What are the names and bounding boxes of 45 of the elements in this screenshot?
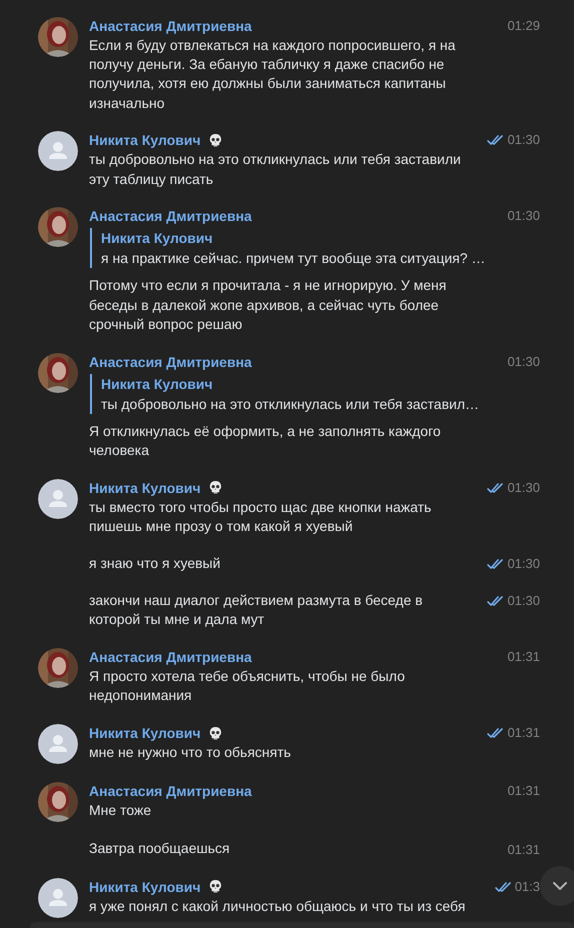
author-name[interactable]: Анастасия Дмитриевна — [89, 206, 252, 226]
author-name[interactable]: Анастасия Дмитриевна — [89, 647, 252, 667]
message-time: 01:31 — [507, 840, 540, 859]
quote-author: Никита Кулович — [101, 374, 214, 394]
author-name[interactable]: Анастасия Дмитриевна — [89, 352, 252, 372]
author-name[interactable]: Никита Кулович — [89, 723, 201, 743]
message-time: 01:29 — [507, 16, 540, 35]
author-name[interactable]: Анастасия Дмитриевна — [89, 16, 252, 36]
quote-text: ты добровольно на это откликнулась или тебя заставил… — [101, 394, 480, 414]
message-text: Если я буду отвлекаться на каждого попросившего, я на получу деньги. За ебаную табличку я даже спасибо не получила, хотя ею должны были заниматься капитаны изначально — [89, 36, 456, 113]
avatar-icon[interactable] — [38, 131, 78, 172]
message-text: Потому что если я прочитала - я не игнорирую. У меня беседы в далекой жопе архивов, а сейчас чуть более срочный вопрос решаю — [89, 276, 448, 334]
message-time: 01:3 — [514, 878, 540, 896]
message-time: 01:31 — [507, 782, 540, 800]
message-time: 01:30 — [507, 555, 540, 574]
message-text: я уже понял с какой личностью общаюсь и что ты из себя — [89, 896, 466, 916]
author-name[interactable]: Анастасия Дмитриевна — [89, 781, 252, 802]
author-name[interactable]: Никита Кулович — [89, 478, 201, 498]
message-time: 01:30 — [507, 352, 540, 371]
quoted-message[interactable]: Никита Кулович ты добровольно на это откликнулась или тебя заставил… — [90, 374, 540, 414]
avatar-icon[interactable] — [38, 478, 78, 519]
author-name[interactable]: Никита Кулович — [89, 130, 201, 150]
message-time: 01:30 — [507, 592, 540, 610]
message-time: 01:30 — [507, 478, 540, 497]
scroll-down-button[interactable] — [540, 866, 574, 906]
avatar-icon[interactable] — [38, 724, 78, 764]
quoted-message[interactable]: Никита Кулович я на практике сейчас. причем тут вообще эта ситуация? … — [90, 228, 540, 268]
message-text: ты добровольно на это откликнулась или тебя заставили эту таблицу писать — [89, 150, 462, 189]
message-text: Я откликнулась её оформить, а не заполнять каждого человека — [89, 422, 442, 460]
quote-author: Никита Кулович — [101, 229, 214, 248]
message-time: 01:30 — [507, 131, 540, 150]
message-text: Завтра пообщаешься — [89, 839, 230, 858]
avatar-icon[interactable] — [38, 878, 78, 918]
message-time: 01:31 — [507, 724, 540, 742]
quote-text: я на практике сейчас. причем тут вообще эта ситуация? … — [101, 249, 486, 268]
message-time: 01:31 — [507, 648, 540, 666]
message-text: я знаю что я хуевый — [89, 554, 220, 573]
message-text: ты вместо того чтобы просто щас две кнопки нажать пишешь мне прозу о том какой я хуевый — [89, 498, 432, 536]
author-name[interactable]: Никита Кулович — [89, 876, 201, 897]
chevron-down-icon — [553, 882, 567, 890]
message-text: Я просто хотела тебе объяснить, чтобы не было недопонимания — [89, 667, 406, 706]
message-text: закончи наш диалог действием размута в беседе в которой ты мне и дала мут — [89, 591, 424, 630]
message-text: мне не нужно что то обьяснять — [89, 743, 292, 762]
message-time: 01:30 — [507, 207, 540, 226]
message-text: Мне тоже — [89, 801, 152, 820]
